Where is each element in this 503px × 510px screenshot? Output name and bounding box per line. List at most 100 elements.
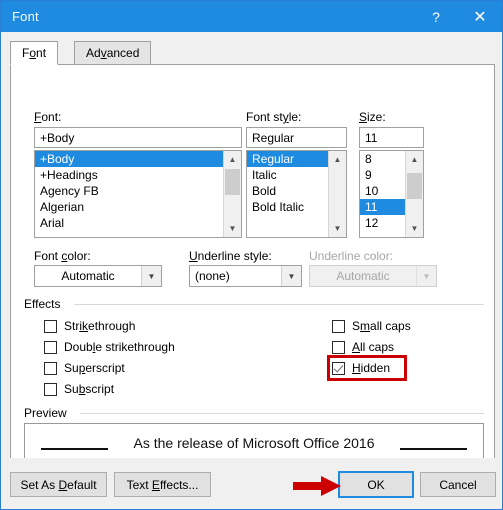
set-as-default-label: Set As Default — [20, 477, 97, 492]
list-item[interactable]: 8 — [360, 151, 406, 167]
font-style-input[interactable]: Regular — [246, 127, 347, 148]
window-title: Font — [12, 9, 39, 24]
tab-advanced-label: Advanced — [86, 46, 140, 60]
chevron-down-icon: ▼ — [416, 266, 436, 286]
font-style-list-scrollbar[interactable]: ▲ ▼ — [328, 151, 346, 237]
checkbox-label: All caps — [352, 340, 395, 354]
list-item[interactable]: Bold — [247, 183, 329, 199]
scrollbar-thumb[interactable] — [407, 173, 422, 199]
list-item[interactable]: 11 — [360, 199, 406, 215]
font-color-label: Font color: — [34, 249, 91, 263]
font-style-label: Font style: — [246, 110, 302, 124]
checkbox-box[interactable] — [44, 382, 57, 396]
chevron-down-icon[interactable]: ▼ — [281, 266, 301, 286]
list-item[interactable]: Arial — [35, 215, 224, 231]
checkbox-box[interactable] — [332, 340, 345, 354]
chevron-down-icon[interactable]: ▼ — [141, 266, 161, 286]
dialog-body: Font Advanced Font: Font style: Size: +B… — [1, 32, 502, 509]
list-item[interactable]: Italic — [247, 167, 329, 183]
preview-box: As the release of Microsoft Office 2016 — [24, 423, 484, 462]
underline-color-label: Underline color: — [309, 249, 394, 263]
effects-group-label: Effects — [24, 297, 66, 311]
checkbox-box[interactable] — [44, 340, 57, 354]
group-divider — [80, 413, 484, 414]
checkbox-label: Double strikethrough — [64, 340, 175, 354]
cancel-label: Cancel — [439, 477, 477, 492]
font-list[interactable]: +Body +Headings Agency FB Algerian Arial… — [34, 150, 242, 238]
preview-group-label: Preview — [24, 406, 72, 420]
list-item[interactable]: 12 — [360, 215, 406, 231]
font-size-value: 11 — [365, 130, 378, 145]
size-label: Size: — [359, 110, 386, 124]
group-divider — [74, 304, 484, 305]
tab-advanced[interactable]: Advanced — [74, 41, 152, 65]
font-size-list[interactable]: 8 9 10 11 12 ▲ ▼ — [359, 150, 424, 238]
checkbox-box[interactable] — [44, 361, 57, 375]
underline-style-label: Underline style: — [189, 249, 272, 263]
font-color-value: Automatic — [61, 269, 115, 283]
help-icon[interactable]: ? — [414, 1, 458, 32]
list-item[interactable]: Algerian — [35, 199, 224, 215]
list-item[interactable]: 10 — [360, 183, 406, 199]
underline-style-dropdown[interactable]: (none) ▼ — [189, 265, 302, 287]
font-name-value: +Body — [40, 130, 75, 145]
text-effects-label: Text Effects... — [126, 477, 199, 492]
scroll-up-icon[interactable]: ▲ — [406, 151, 423, 168]
font-size-list-items: 8 9 10 11 12 — [360, 151, 406, 237]
checkbox-superscript[interactable]: Superscript — [44, 361, 125, 375]
font-dialog: Font ? ✕ Font Advanced Font: Font style:… — [0, 0, 503, 510]
scrollbar-thumb[interactable] — [225, 169, 240, 195]
list-item[interactable]: Regular — [247, 151, 329, 167]
font-size-input[interactable]: 11 — [359, 127, 424, 148]
checkbox-box[interactable] — [44, 319, 57, 333]
checkbox-label: Subscript — [64, 382, 115, 396]
font-name-input[interactable]: +Body — [34, 127, 242, 148]
checkbox-label: Strikethrough — [64, 319, 136, 333]
hidden-checkbox-highlight — [327, 355, 407, 381]
cancel-button[interactable]: Cancel — [420, 472, 496, 497]
scroll-down-icon[interactable]: ▼ — [406, 220, 423, 237]
scroll-up-icon[interactable]: ▲ — [329, 151, 346, 168]
preview-sample-text: As the release of Microsoft Office 2016 — [133, 434, 375, 451]
checkbox-box[interactable] — [332, 319, 345, 333]
font-list-scrollbar[interactable]: ▲ ▼ — [223, 151, 241, 237]
text-effects-button[interactable]: Text Effects... — [114, 472, 211, 497]
close-icon[interactable]: ✕ — [458, 1, 502, 32]
dialog-footer: Set As Default Text Effects... OK Cancel — [1, 458, 502, 509]
ok-button[interactable]: OK — [338, 471, 414, 498]
font-style-list[interactable]: Regular Italic Bold Bold Italic ▲ ▼ — [246, 150, 347, 238]
title-bar: Font ? ✕ — [1, 1, 502, 32]
font-color-dropdown[interactable]: Automatic ▼ — [34, 265, 162, 287]
checkbox-label: Small caps — [352, 319, 411, 333]
checkbox-small-caps[interactable]: Small caps — [332, 319, 411, 333]
list-item[interactable]: Agency FB — [35, 183, 224, 199]
list-item[interactable]: 9 — [360, 167, 406, 183]
scroll-down-icon[interactable]: ▼ — [224, 220, 241, 237]
scroll-down-icon[interactable]: ▼ — [329, 220, 346, 237]
tab-font-label: Font — [22, 46, 47, 60]
list-item[interactable]: +Headings — [35, 167, 224, 183]
preview-underline-left — [41, 448, 108, 450]
scroll-up-icon[interactable]: ▲ — [224, 151, 241, 168]
checkbox-strikethrough[interactable]: Strikethrough — [44, 319, 135, 333]
tab-font[interactable]: Font — [10, 41, 59, 65]
font-style-value: Regular — [252, 130, 295, 145]
checkbox-all-caps[interactable]: All caps — [332, 340, 394, 354]
annotation-arrow-icon — [293, 476, 341, 496]
checkbox-double-strikethrough[interactable]: Double strikethrough — [44, 340, 175, 354]
ok-label: OK — [367, 477, 385, 492]
font-size-list-scrollbar[interactable]: ▲ ▼ — [405, 151, 423, 237]
list-item[interactable]: Bold Italic — [247, 199, 329, 215]
underline-color-dropdown: Automatic ▼ — [309, 265, 437, 287]
font-style-list-items: Regular Italic Bold Bold Italic — [247, 151, 329, 237]
underline-color-value: Automatic — [336, 269, 390, 283]
font-tab-panel: Font: Font style: Size: +Body Regular 11… — [10, 64, 497, 483]
tab-strip: Font Advanced — [10, 41, 495, 65]
list-item[interactable]: +Body — [35, 151, 224, 167]
preview-underline-right — [400, 448, 467, 450]
font-list-items: +Body +Headings Agency FB Algerian Arial — [35, 151, 224, 237]
set-as-default-button[interactable]: Set As Default — [10, 472, 107, 497]
title-bar-buttons: ? ✕ — [414, 1, 502, 32]
font-label: Font: — [34, 110, 62, 124]
checkbox-subscript[interactable]: Subscript — [44, 382, 114, 396]
